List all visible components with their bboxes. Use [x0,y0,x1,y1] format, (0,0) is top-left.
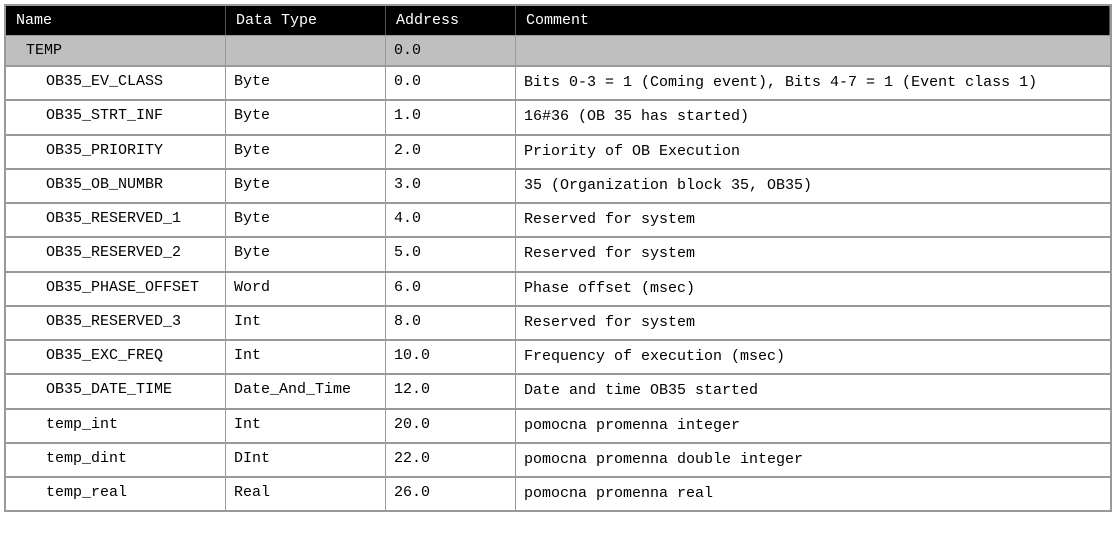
rows-container: OB35_EV_CLASSByte0.0Bits 0-3 = 1 (Coming… [6,65,1110,510]
section-comment [516,36,1110,65]
table-row[interactable]: OB35_RESERVED_1Byte4.0Reserved for syste… [6,202,1110,236]
cell-address: 3.0 [386,170,516,202]
cell-type: Date_And_Time [226,375,386,407]
cell-type: Byte [226,170,386,202]
cell-comment: pomocna promenna integer [516,410,1110,442]
cell-type: Int [226,307,386,339]
cell-name: temp_int [6,410,226,442]
cell-comment: Frequency of execution (msec) [516,341,1110,373]
cell-comment: Date and time OB35 started [516,375,1110,407]
cell-type: Int [226,341,386,373]
header-address: Address [386,6,516,35]
table-header: Name Data Type Address Comment [6,6,1110,35]
cell-name: OB35_RESERVED_3 [6,307,226,339]
cell-name: OB35_STRT_INF [6,101,226,133]
table-row[interactable]: temp_realReal26.0pomocna promenna real [6,476,1110,510]
cell-comment: pomocna promenna real [516,478,1110,510]
cell-type: Byte [226,238,386,270]
variable-table: Name Data Type Address Comment TEMP 0.0 … [4,4,1112,512]
cell-address: 26.0 [386,478,516,510]
cell-name: OB35_DATE_TIME [6,375,226,407]
section-temp[interactable]: TEMP 0.0 [6,35,1110,65]
header-name: Name [6,6,226,35]
cell-address: 10.0 [386,341,516,373]
cell-comment: pomocna promenna double integer [516,444,1110,476]
cell-comment: Phase offset (msec) [516,273,1110,305]
cell-comment: Reserved for system [516,238,1110,270]
cell-type: Byte [226,101,386,133]
cell-address: 20.0 [386,410,516,442]
cell-name: OB35_RESERVED_2 [6,238,226,270]
cell-name: OB35_RESERVED_1 [6,204,226,236]
cell-comment: Priority of OB Execution [516,136,1110,168]
cell-type: DInt [226,444,386,476]
header-type: Data Type [226,6,386,35]
cell-address: 6.0 [386,273,516,305]
section-name: TEMP [6,36,226,65]
cell-name: temp_dint [6,444,226,476]
header-comment: Comment [516,6,1110,35]
table-row[interactable]: OB35_PRIORITYByte2.0Priority of OB Execu… [6,134,1110,168]
cell-type: Byte [226,67,386,99]
cell-name: OB35_PHASE_OFFSET [6,273,226,305]
cell-name: OB35_PRIORITY [6,136,226,168]
table-row[interactable]: temp_dintDInt22.0pomocna promenna double… [6,442,1110,476]
section-type [226,36,386,65]
table-row[interactable]: OB35_EXC_FREQInt10.0Frequency of executi… [6,339,1110,373]
cell-address: 8.0 [386,307,516,339]
table-row[interactable]: OB35_RESERVED_3Int8.0Reserved for system [6,305,1110,339]
table-row[interactable]: OB35_RESERVED_2Byte5.0Reserved for syste… [6,236,1110,270]
table-row[interactable]: OB35_STRT_INFByte1.016#36 (OB 35 has sta… [6,99,1110,133]
cell-name: OB35_EXC_FREQ [6,341,226,373]
cell-type: Word [226,273,386,305]
table-row[interactable]: OB35_DATE_TIMEDate_And_Time12.0Date and … [6,373,1110,407]
cell-name: OB35_EV_CLASS [6,67,226,99]
section-address: 0.0 [386,36,516,65]
cell-address: 0.0 [386,67,516,99]
cell-type: Int [226,410,386,442]
cell-name: OB35_OB_NUMBR [6,170,226,202]
cell-address: 12.0 [386,375,516,407]
cell-comment: Bits 0-3 = 1 (Coming event), Bits 4-7 = … [516,67,1110,99]
cell-name: temp_real [6,478,226,510]
cell-comment: 16#36 (OB 35 has started) [516,101,1110,133]
cell-type: Byte [226,136,386,168]
table-row[interactable]: OB35_PHASE_OFFSETWord6.0Phase offset (ms… [6,271,1110,305]
cell-address: 22.0 [386,444,516,476]
cell-comment: 35 (Organization block 35, OB35) [516,170,1110,202]
table-row[interactable]: temp_intInt20.0pomocna promenna integer [6,408,1110,442]
cell-address: 2.0 [386,136,516,168]
cell-address: 5.0 [386,238,516,270]
cell-address: 4.0 [386,204,516,236]
cell-type: Byte [226,204,386,236]
cell-comment: Reserved for system [516,307,1110,339]
table-row[interactable]: OB35_OB_NUMBRByte3.035 (Organization blo… [6,168,1110,202]
cell-address: 1.0 [386,101,516,133]
cell-comment: Reserved for system [516,204,1110,236]
table-row[interactable]: OB35_EV_CLASSByte0.0Bits 0-3 = 1 (Coming… [6,65,1110,99]
cell-type: Real [226,478,386,510]
